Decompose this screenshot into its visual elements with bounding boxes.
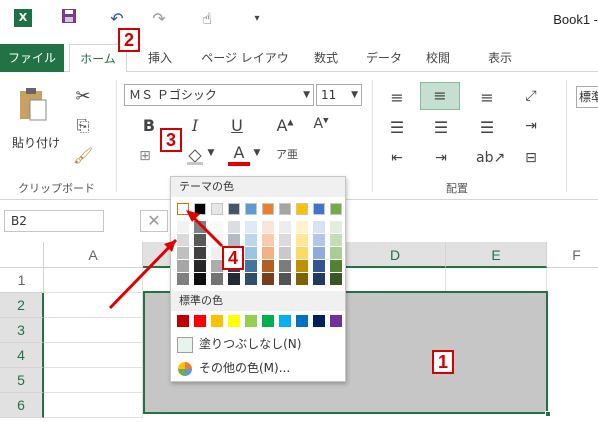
arrow-line <box>192 216 224 248</box>
annotation-arrows <box>108 210 224 310</box>
arrow-line <box>108 238 178 310</box>
